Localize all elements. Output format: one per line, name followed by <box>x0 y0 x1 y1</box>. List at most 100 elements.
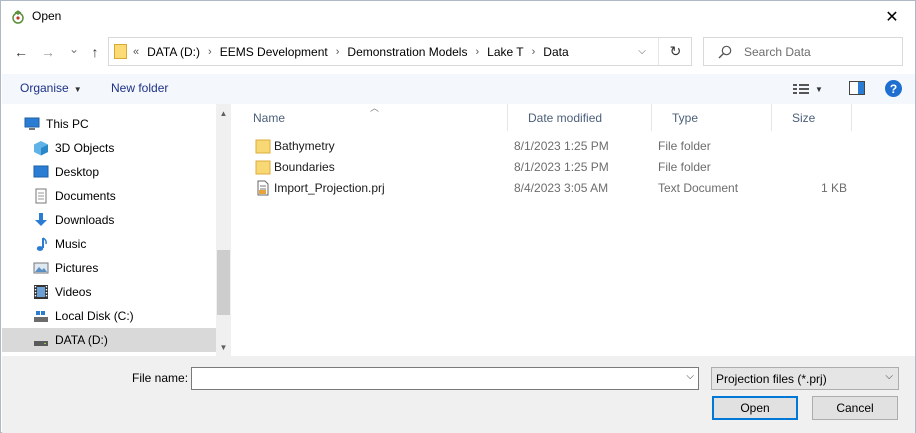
cancel-button[interactable]: Cancel <box>812 396 898 420</box>
videos-icon <box>34 285 48 299</box>
folder-icon <box>255 139 271 154</box>
breadcrumb-separator-icon[interactable]: › <box>208 46 212 58</box>
folder-icon <box>255 160 271 175</box>
breadcrumb: « DATA (D:) › EEMS Development › Demonst… <box>133 38 569 65</box>
text-file-icon <box>257 180 269 196</box>
breadcrumb-separator-icon[interactable]: › <box>475 46 479 58</box>
breadcrumb-item[interactable]: Data <box>543 45 568 59</box>
new-folder-button[interactable]: New folder <box>111 81 168 95</box>
back-button[interactable]: ← <box>11 42 31 62</box>
nav-item-downloads[interactable]: Downloads <box>2 208 216 232</box>
file-name-label: File name: <box>132 371 189 385</box>
command-bar: Organise ▼ New folder ▼ ? <box>2 74 915 104</box>
file-list: ︿ Name Date modified Type Size Bathymetr… <box>233 103 915 356</box>
nav-item-label: DATA (D:) <box>55 333 108 347</box>
close-icon: ✕ <box>885 8 899 26</box>
nav-item-label: Videos <box>55 285 92 299</box>
organise-button[interactable]: Organise ▼ <box>20 81 82 95</box>
help-icon[interactable]: ? <box>885 80 902 97</box>
window-title: Open <box>32 9 62 23</box>
search-icon <box>718 45 732 59</box>
search-input[interactable]: Search Data <box>744 45 811 59</box>
file-row[interactable]: Boundaries 8/1/2023 1:25 PM File folder <box>233 157 915 178</box>
file-type: File folder <box>658 160 711 174</box>
nav-item-label: Local Disk (C:) <box>55 309 134 323</box>
scroll-up-icon[interactable]: ▲ <box>216 106 231 120</box>
breadcrumb-item[interactable]: EEMS Development <box>220 45 328 59</box>
search-box[interactable]: Search Data <box>703 37 903 66</box>
drive-icon <box>34 311 48 322</box>
nav-item-label: Documents <box>55 189 116 203</box>
file-type-select[interactable]: Projection files (*.prj) ⌵ <box>711 367 899 390</box>
nav-item-label: Pictures <box>55 261 99 275</box>
file-size: 1 KB <box>821 181 848 195</box>
music-icon <box>36 237 47 251</box>
file-date: 8/4/2023 3:05 AM <box>514 181 609 195</box>
breadcrumb-item[interactable]: DATA (D:) <box>147 45 200 59</box>
folder-icon <box>114 44 127 59</box>
nav-item-desktop[interactable]: Desktop <box>2 160 216 184</box>
chevron-down-icon: ⌵ <box>638 46 646 57</box>
nav-item-pictures[interactable]: Pictures <box>2 256 216 280</box>
breadcrumb-separator-icon[interactable]: › <box>532 46 536 58</box>
up-button[interactable]: ↑ <box>85 42 105 62</box>
nav-item-data-d[interactable]: DATA (D:) <box>2 328 216 352</box>
file-row[interactable]: Bathymetry 8/1/2023 1:25 PM File folder <box>233 136 915 157</box>
nav-item-3d-objects[interactable]: 3D Objects <box>2 136 216 160</box>
nav-item-label: Downloads <box>55 213 115 227</box>
up-arrow-icon: ↑ <box>91 44 99 60</box>
nav-item-local-disk-c[interactable]: Local Disk (C:) <box>2 304 216 328</box>
title-bar: Open ✕ <box>1 1 915 33</box>
chevron-down-icon: ⌵ <box>885 371 893 382</box>
address-bar[interactable]: « DATA (D:) › EEMS Development › Demonst… <box>108 37 692 66</box>
change-view-button[interactable]: ▼ <box>793 81 833 97</box>
pc-icon <box>24 117 40 130</box>
organise-label: Organise <box>20 81 69 95</box>
file-date: 8/1/2023 1:25 PM <box>514 160 609 174</box>
file-name: Import_Projection.prj <box>274 181 385 195</box>
open-button[interactable]: Open <box>712 396 798 420</box>
3d-objects-icon <box>34 141 48 156</box>
breadcrumb-item[interactable]: Lake T <box>487 45 523 59</box>
file-type-value: Projection files (*.prj) <box>716 372 827 386</box>
nav-item-label: 3D Objects <box>55 141 115 155</box>
forward-arrow-icon: → <box>41 44 55 60</box>
scrollbar-thumb[interactable] <box>217 250 230 315</box>
scroll-down-icon[interactable]: ▼ <box>216 340 231 354</box>
nav-item-documents[interactable]: Documents <box>2 184 216 208</box>
forward-button[interactable]: → <box>38 42 58 62</box>
close-button[interactable]: ✕ <box>869 1 915 32</box>
nav-item-label: Desktop <box>55 165 100 179</box>
chevron-down-icon[interactable]: ⌵ <box>686 371 694 382</box>
details-view-icon <box>793 84 809 94</box>
file-name-input[interactable] <box>194 370 674 387</box>
desktop-icon <box>33 165 49 178</box>
navigation-pane: This PC 3D Objects Desktop Documents Dow… <box>2 104 231 356</box>
file-name: Bathymetry <box>274 139 335 153</box>
file-name-combobox[interactable]: ⌵ <box>191 367 699 390</box>
refresh-button[interactable]: ↻ <box>658 38 692 65</box>
column-header-size[interactable]: Size <box>772 104 852 131</box>
dialog-footer: File name: ⌵ Projection files (*.prj) ⌵ … <box>2 356 915 433</box>
preview-pane-icon[interactable] <box>849 81 865 95</box>
navigation-scrollbar[interactable]: ▲ ▼ <box>216 104 231 356</box>
file-date: 8/1/2023 1:25 PM <box>514 139 609 153</box>
downloads-icon <box>35 213 47 226</box>
file-name: Boundaries <box>274 160 335 174</box>
nav-item-this-pc[interactable]: This PC <box>2 112 216 136</box>
column-header-type[interactable]: Type <box>652 104 772 131</box>
open-dialog: Open ✕ ← → ⌄ ↑ « DATA (D:) › EEMS Develo… <box>0 0 916 433</box>
nav-item-music[interactable]: Music <box>2 232 216 256</box>
breadcrumb-overflow[interactable]: « <box>133 46 139 58</box>
file-row[interactable]: Import_Projection.prj 8/4/2023 3:05 AM T… <box>233 178 915 199</box>
app-icon <box>12 10 24 24</box>
drive-icon <box>34 341 48 346</box>
address-history-button[interactable]: ⌵ <box>628 38 656 65</box>
recent-locations-button[interactable]: ⌄ <box>64 39 84 59</box>
documents-icon <box>35 188 47 204</box>
nav-item-videos[interactable]: Videos <box>2 280 216 304</box>
column-header-date-modified[interactable]: Date modified <box>508 104 652 131</box>
column-header-name[interactable]: Name <box>233 104 508 131</box>
breadcrumb-item[interactable]: Demonstration Models <box>347 45 467 59</box>
breadcrumb-separator-icon[interactable]: › <box>336 46 340 58</box>
